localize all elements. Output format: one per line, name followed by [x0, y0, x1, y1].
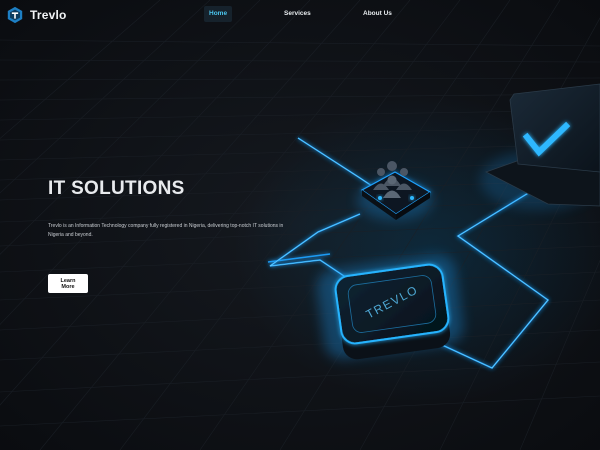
nav-home[interactable]: Home	[204, 6, 233, 22]
brand[interactable]: Trevlo	[6, 5, 67, 25]
nav-about-us[interactable]: About Us	[358, 6, 397, 22]
hero-description: Trevlo is an Information Technology comp…	[48, 223, 284, 238]
users-hub	[357, 161, 433, 220]
laptop-checkmark	[480, 83, 600, 210]
brand-name: Trevlo	[30, 8, 67, 22]
trevlo-chip: TREVLO	[316, 255, 464, 360]
nav-services[interactable]: Services	[279, 6, 316, 22]
learn-more-button[interactable]: Learn More	[48, 274, 88, 293]
trevlo-logo-icon	[7, 6, 23, 24]
top-navbar: Trevlo Home Services About Us	[0, 0, 600, 28]
hero-title: IT SOLUTIONS	[48, 178, 185, 199]
